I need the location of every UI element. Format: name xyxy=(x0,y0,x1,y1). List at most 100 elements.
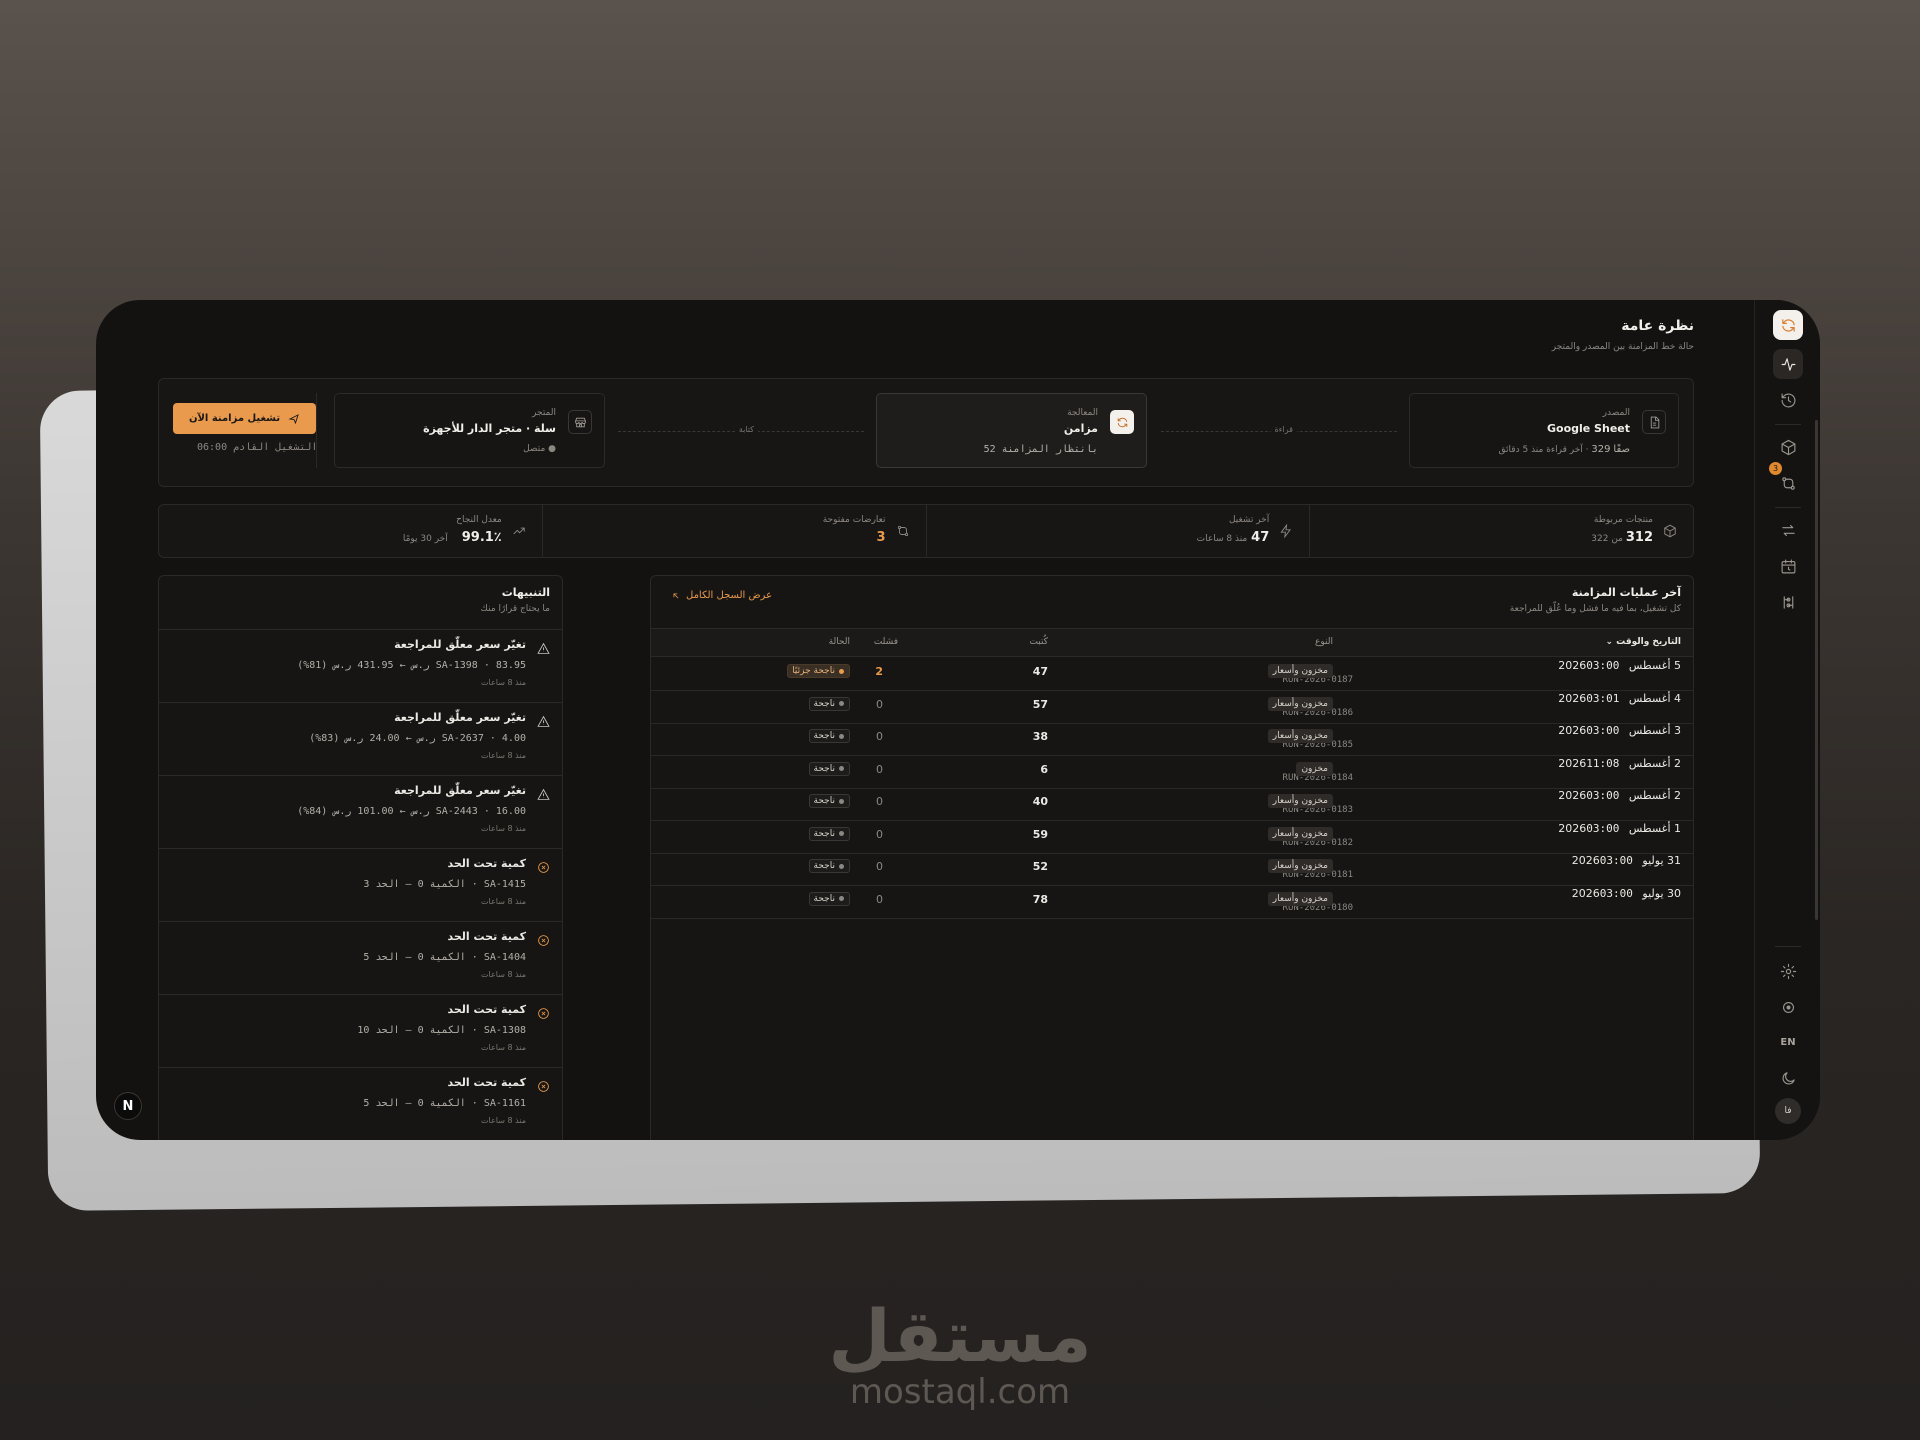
processing-node[interactable]: المعالجة مزامن بانتظار المزامنة 52 xyxy=(876,393,1147,468)
alert-detail: SA-2443 · 16.00 ر.س ← 101.00 ر.س (84%) xyxy=(297,806,526,817)
alert-item[interactable]: كمية تحت الحد SA-1161 · الكمية 0 — الحد 5… xyxy=(159,1067,562,1140)
run-date: 1 أغسطس 202603:00 xyxy=(1558,821,1681,835)
table-row[interactable]: 31 يوليو 202603:00 RUN-2026-0181 مخزون وأس… xyxy=(651,853,1693,886)
status-dot-icon[interactable] xyxy=(1773,992,1803,1022)
alert-time: منذ 8 ساعات xyxy=(481,1116,526,1125)
sync-pipeline: المصدر Google Sheet صفًا 329 · آخر قراءة… xyxy=(158,378,1694,487)
run-failed: 0 xyxy=(876,762,883,776)
table-row[interactable]: 1 أغسطس 202603:00 RUN-2026-0182 مخزون وأسع… xyxy=(651,821,1693,854)
sidebar-rail: 3 EN فا xyxy=(1754,300,1820,1140)
scrollbar[interactable] xyxy=(1815,420,1818,920)
table-row[interactable]: 3 أغسطس 202603:00 RUN-2026-0185 مخزون وأسع… xyxy=(651,723,1693,756)
run-failed: 0 xyxy=(876,697,883,711)
theme-moon-icon[interactable] xyxy=(1773,1063,1803,1093)
alert-title: كمية تحت الحد xyxy=(447,1076,526,1089)
alert-item[interactable]: كمية تحت الحد SA-1415 · الكمية 0 — الحد 3… xyxy=(159,848,562,921)
run-date: 2 أغسطس 202603:00 xyxy=(1558,789,1681,802)
table-row[interactable]: 2 أغسطس 202611:08 RUN-2026-0184 مخزون 6 0 ناج… xyxy=(651,756,1693,789)
stat-last-run: آخر تشغيل 47 منذ 8 ساعات xyxy=(925,505,1310,557)
run-type-tag: مخزون وأسعار xyxy=(1267,664,1333,678)
run-written: 6 xyxy=(1040,762,1048,776)
run-failed: 0 xyxy=(876,730,883,743)
run-written: 57 xyxy=(1032,697,1048,711)
app-window: 3 EN فا نظرة عامة حالة خط المزامنة بين ا… xyxy=(96,300,1820,1140)
stat-linked-products: منتجات مربوطة 312 من 322 xyxy=(1309,505,1693,557)
run-failed: 0 xyxy=(876,827,883,841)
status-badge: ناجحة جزئيًا xyxy=(787,664,850,678)
circle-x-icon xyxy=(536,1078,550,1092)
framework-badge[interactable]: N xyxy=(114,1092,142,1120)
products-icon[interactable] xyxy=(1773,432,1803,462)
run-date: 5 أغسطس 202603:00 xyxy=(1558,659,1681,672)
column-status[interactable]: الحالة xyxy=(829,637,850,647)
column-type[interactable]: النوع xyxy=(1315,637,1333,647)
alerts-subtitle: ما يحتاج قرارًا منك xyxy=(480,604,550,614)
language-toggle[interactable]: EN xyxy=(1773,1027,1803,1057)
store-label: المتجر xyxy=(532,408,556,418)
column-failed[interactable]: فشلت xyxy=(874,637,898,647)
warning-triangle-icon xyxy=(536,640,550,654)
trend-icon xyxy=(510,523,526,539)
watermark-arabic: مستقل xyxy=(828,1294,1092,1378)
alert-detail: SA-1415 · الكمية 0 — الحد 3 xyxy=(363,879,526,890)
alerts-title: التنبيهات xyxy=(501,586,550,599)
settings-gear-icon[interactable] xyxy=(1773,956,1803,986)
column-written[interactable]: كُتبت xyxy=(1029,637,1048,647)
run-date: 3 أغسطس 202603:00 xyxy=(1558,724,1681,737)
run-failed: 0 xyxy=(876,892,883,906)
alert-title: تغيّر سعر معلّق للمراجعة xyxy=(394,638,526,651)
alert-time: منذ 8 ساعات xyxy=(481,678,526,687)
column-date[interactable]: التاريخ والوقت ⌄ xyxy=(1605,637,1681,647)
alert-item[interactable]: كمية تحت الحد SA-1308 · الكمية 0 — الحد 1… xyxy=(159,994,562,1067)
store-node[interactable]: المتجر سلة · متجر الدار للأجهزة ● متصل xyxy=(334,393,605,468)
status-badge: ناجحة xyxy=(808,761,850,776)
user-avatar[interactable]: فا xyxy=(1775,1098,1801,1124)
status-badge: ناجحة xyxy=(808,794,850,808)
run-date: 31 يوليو 202603:00 xyxy=(1571,854,1681,867)
alert-title: كمية تحت الحد xyxy=(447,857,526,870)
run-type-tag: مخزون xyxy=(1296,761,1333,776)
alert-item[interactable]: كمية تحت الحد SA-1404 · الكمية 0 — الحد 5… xyxy=(159,921,562,994)
box-icon xyxy=(1661,523,1677,539)
file-sheet-icon xyxy=(1642,410,1666,434)
alert-item[interactable]: تغيّر سعر معلّق للمراجعة SA-2637 · 4.00 ر… xyxy=(159,702,562,775)
source-label: المصدر xyxy=(1602,408,1630,418)
run-failed: 2 xyxy=(875,665,883,678)
processing-value: مزامن xyxy=(1063,422,1098,435)
table-row[interactable]: 2 أغسطس 202603:00 RUN-2026-0183 مخزون وأسع… xyxy=(651,788,1693,821)
alert-time: منذ 8 ساعات xyxy=(481,824,526,833)
table-row[interactable]: 30 يوليو 202603:00 RUN-2026-0180 مخزون وأس… xyxy=(651,886,1693,919)
alert-title: كمية تحت الحد xyxy=(447,930,526,943)
table-row[interactable]: 4 أغسطس 202603:01 RUN-2026-0186 مخزون وأسع… xyxy=(651,691,1693,724)
activity-icon[interactable] xyxy=(1773,349,1803,379)
alert-item[interactable]: تغيّر سعر معلّق للمراجعة SA-2443 · 16.00 … xyxy=(159,775,562,848)
alert-title: تغيّر سعر معلّق للمراجعة xyxy=(394,711,526,724)
write-label: كتابة xyxy=(734,425,758,434)
alert-time: منذ 8 ساعات xyxy=(481,897,526,906)
alert-time: منذ 8 ساعات xyxy=(481,751,526,760)
alert-item[interactable]: تغيّر سعر معلّق للمراجعة SA-1398 · 83.95 … xyxy=(159,629,562,702)
stat-open-conflicts: تعارضات مفتوحة 3 xyxy=(541,505,926,557)
alert-title: كمية تحت الحد xyxy=(447,1003,526,1016)
alert-title: تغيّر سعر معلّق للمراجعة xyxy=(394,784,526,797)
history-icon[interactable] xyxy=(1773,385,1803,415)
run-sync-button[interactable]: تشغيل مزامنة الآن xyxy=(173,403,316,434)
run-date: 30 يوليو 202603:00 xyxy=(1571,886,1681,900)
run-date: 4 أغسطس 202603:01 xyxy=(1558,691,1681,705)
table-row[interactable]: 5 أغسطس 202603:00 RUN-2026-0187 مخزون وأسع… xyxy=(651,658,1693,691)
mapping-icon[interactable] xyxy=(1773,515,1803,545)
alert-detail: SA-1404 · الكمية 0 — الحد 5 xyxy=(363,952,526,963)
source-node[interactable]: المصدر Google Sheet صفًا 329 · آخر قراءة… xyxy=(1409,393,1679,468)
view-full-log-link[interactable]: عرض السجل الكامل xyxy=(671,590,772,601)
alerts-panel: التنبيهات ما يحتاج قرارًا منك تغيّر سعر … xyxy=(158,575,563,1140)
rules-icon[interactable] xyxy=(1773,587,1803,617)
store-status: ● متصل xyxy=(523,444,556,454)
alert-detail: SA-2637 · 4.00 ر.س ← 24.00 ر.س (83%) xyxy=(309,733,526,744)
main-content: نظرة عامة حالة خط المزامنة بين المصدر وا… xyxy=(96,300,1754,1140)
processing-meta: بانتظار المزامنة 52 xyxy=(983,444,1098,455)
conflicts-icon[interactable]: 3 xyxy=(1769,462,1803,498)
status-badge: ناجحة xyxy=(808,859,850,873)
app-logo-icon[interactable] xyxy=(1773,310,1803,340)
read-label: قراءة xyxy=(1270,425,1297,434)
schedule-icon[interactable] xyxy=(1773,551,1803,581)
